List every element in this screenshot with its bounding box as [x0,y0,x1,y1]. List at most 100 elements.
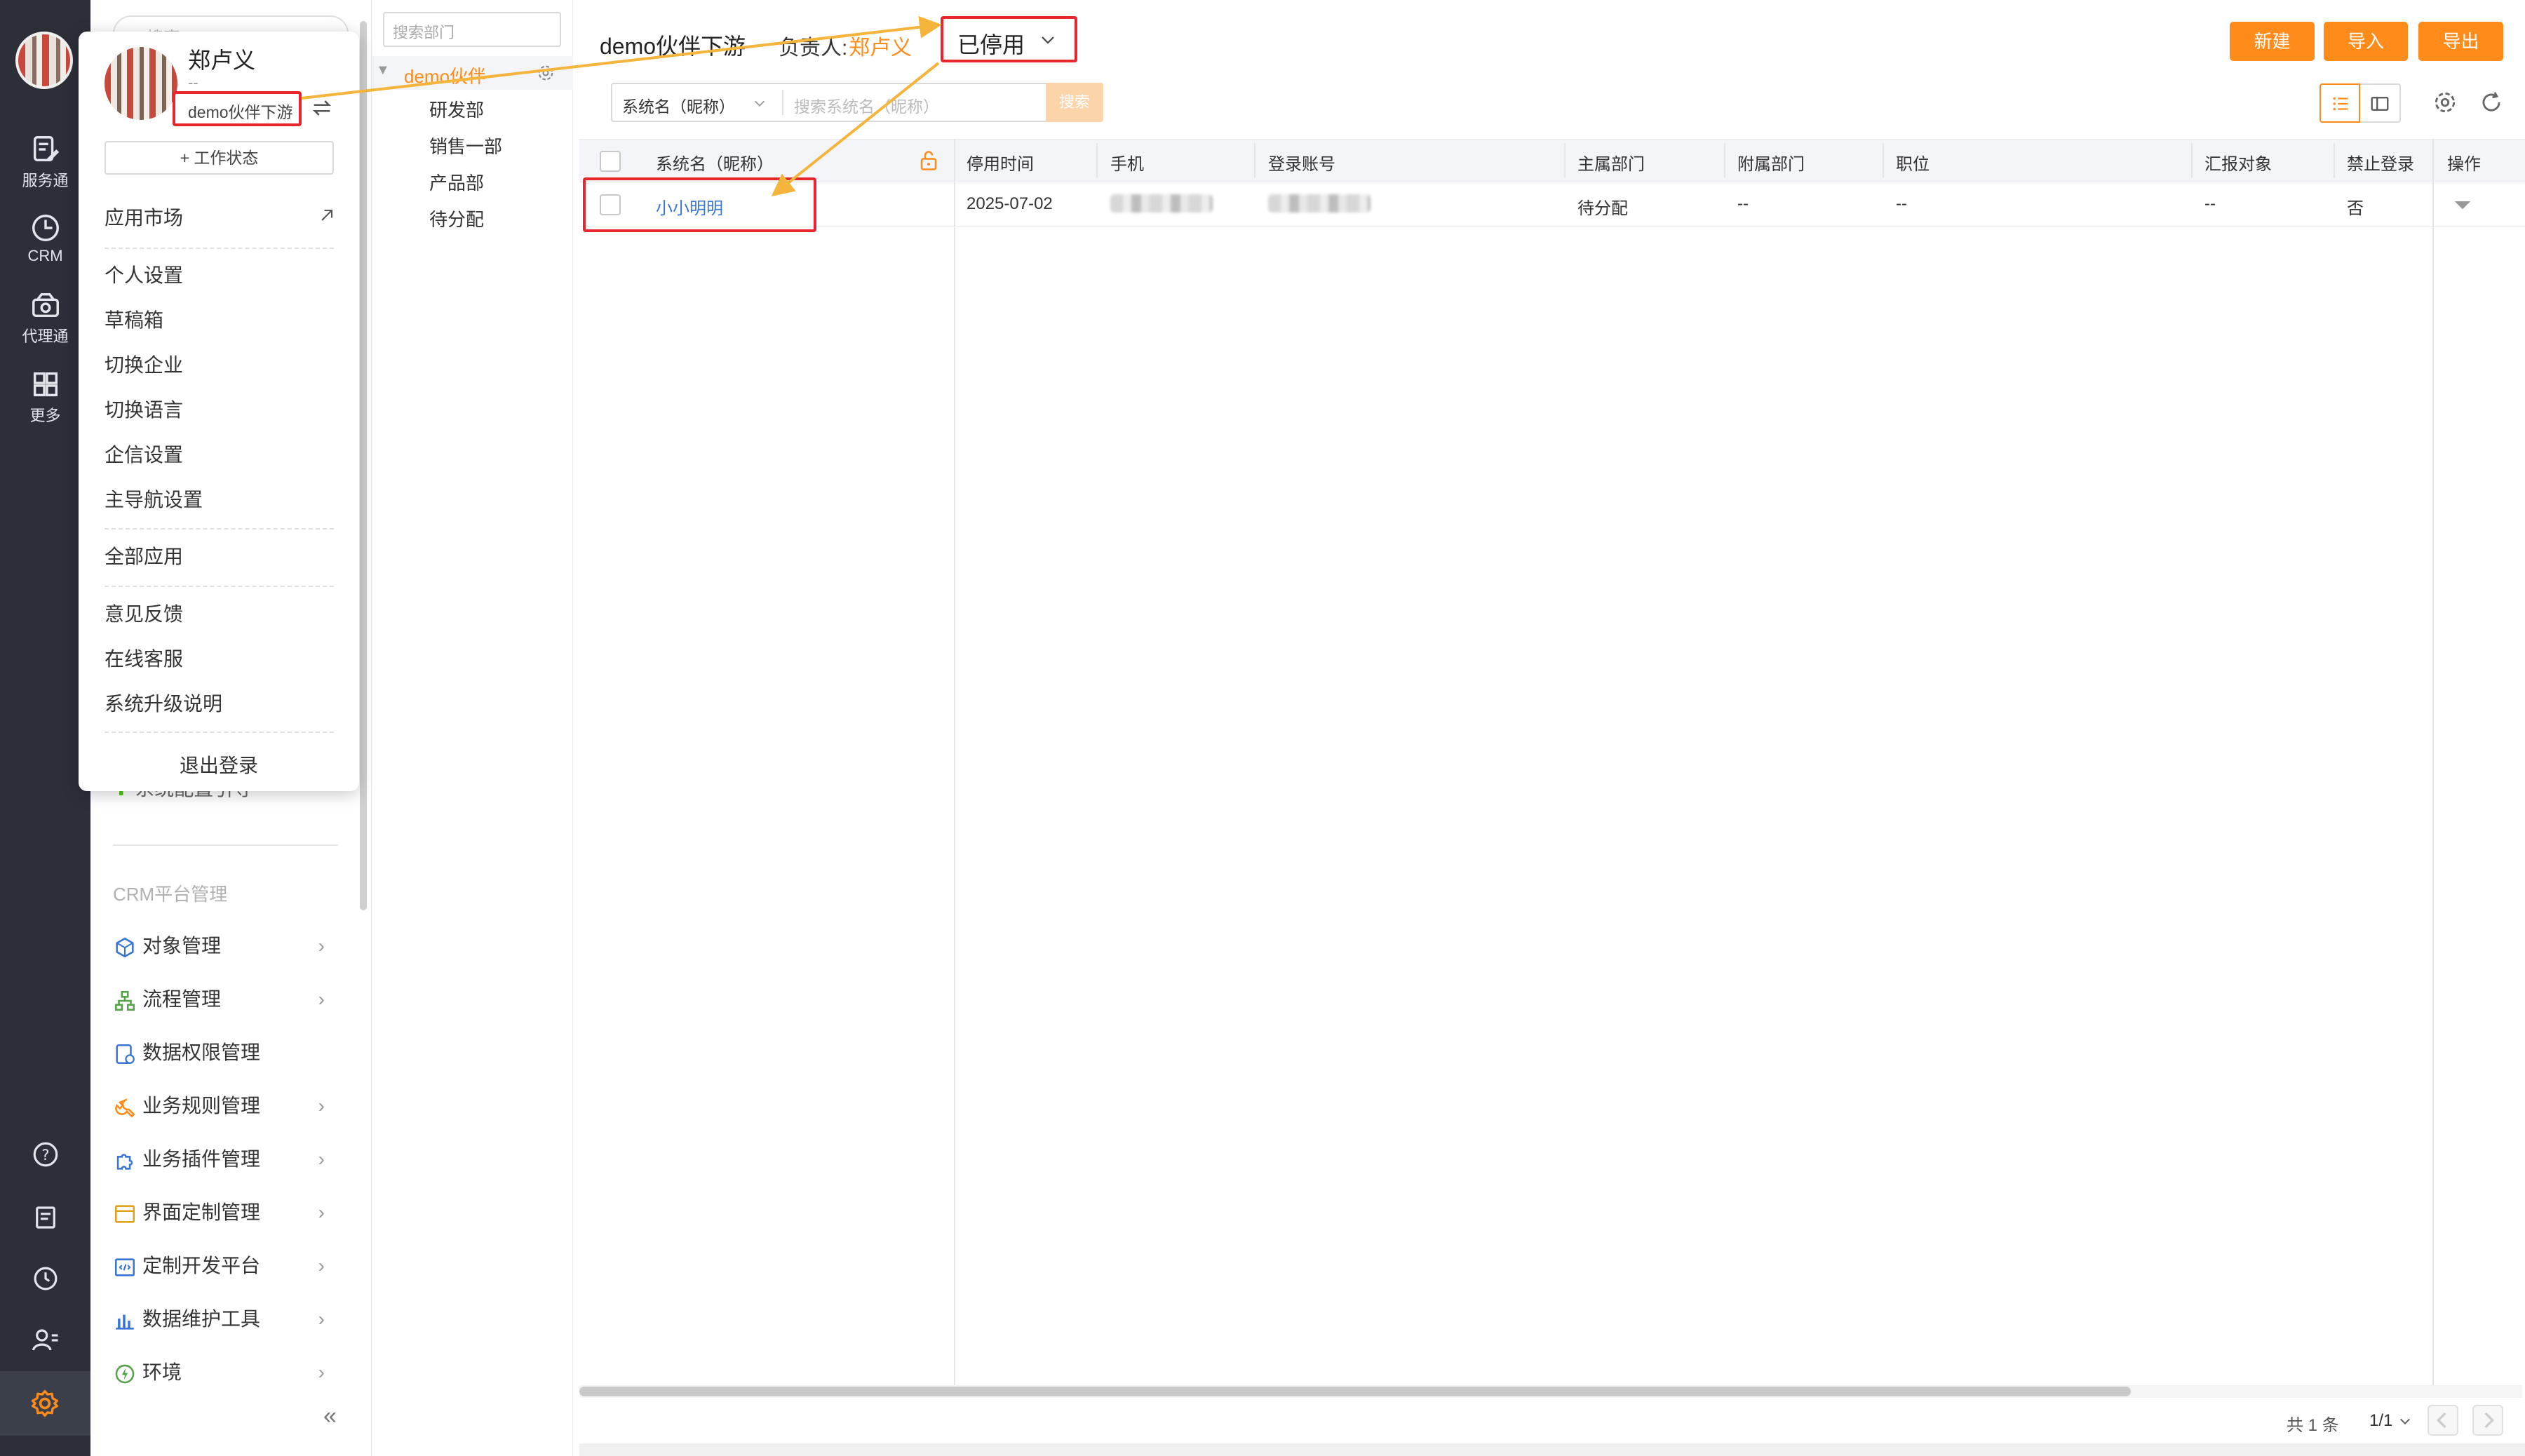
table-settings-icon[interactable] [2432,89,2458,116]
user-avatar[interactable] [15,32,73,89]
sidebar-item-label: 界面定制管理 [142,1201,261,1223]
rail-item-crm[interactable]: CRM [0,212,90,265]
column-header[interactable]: 登录账号 [1268,150,1335,175]
next-page-button[interactable] [2472,1405,2503,1436]
rail-item-service[interactable]: 服务通 [0,133,90,191]
menu-item-main-nav-settings[interactable]: 主导航设置 [105,485,203,513]
filter-divider [782,90,783,115]
sidebar-collapse-button[interactable]: « [323,1403,337,1430]
column-divider [1883,143,1884,178]
sidebar-item-2[interactable]: 流程管理 › [113,985,365,1013]
column-header[interactable]: 汇报对象 [2204,150,2272,175]
rail-settings[interactable] [0,1371,90,1436]
column-header[interactable]: 系统名（昵称） [656,150,774,175]
rail-contacts[interactable] [0,1326,90,1358]
dept-root-row[interactable]: ▼ demo伙伴 [372,56,573,90]
export-button[interactable]: 导出 [2418,22,2503,61]
import-button[interactable]: 导入 [2324,22,2408,61]
sidebar-item-9[interactable]: 环境 › [113,1359,365,1387]
contacts-icon [32,1329,58,1351]
data-permission-icon [113,1042,137,1066]
new-button[interactable]: 新建 [2230,22,2315,61]
menu-item-release-notes[interactable]: 系统升级说明 [105,689,222,717]
menu-item-feedback[interactable]: 意见反馈 [105,599,183,627]
rail-help[interactable]: ? [0,1140,90,1172]
popup-avatar[interactable] [105,47,177,120]
switch-org-icon[interactable] [310,96,334,120]
code-icon [113,1255,137,1279]
column-header[interactable]: 操作 [2447,150,2481,175]
rail-item-agent[interactable]: 代理通 [0,289,90,346]
sidebar-item-6[interactable]: 界面定制管理 › [113,1199,365,1227]
rail-label-more: 更多 [29,407,61,424]
dept-item[interactable]: 待分配 [429,205,484,231]
column-header[interactable]: 主属部门 [1577,150,1645,175]
sidebar-item-7[interactable]: 定制开发平台 › [113,1252,365,1280]
filter-search-input[interactable]: 搜索系统名（昵称） [794,93,939,117]
dept-item[interactable]: 销售一部 [429,133,502,159]
menu-item-all-apps[interactable]: 全部应用 [105,541,183,569]
column-header[interactable]: 附属部门 [1737,150,1805,175]
agent-icon [32,292,59,318]
rail-label-crm: CRM [27,247,63,264]
menu-separator [105,732,334,733]
dept-item[interactable]: 研发部 [429,96,484,122]
column-header[interactable]: 职位 [1896,150,1930,175]
search-button[interactable]: 搜索 [1046,83,1103,122]
cell-main-dept: 待分配 [1577,199,1628,218]
dept-root-label: demo伙伴 [404,66,487,87]
sidebar-item-1[interactable]: 对象管理 › [113,932,365,960]
rail-notes[interactable] [0,1203,90,1235]
sidebar-item-label: 数据权限管理 [142,1042,261,1063]
user-menu-popup: 郑卢义 -- demo伙伴下游 + 工作状态 应用市场 个人设置 草稿箱 切换企… [79,32,359,791]
sidebar-item-label: 环境 [142,1361,182,1383]
work-status-button[interactable]: + 工作状态 [105,141,334,175]
refresh-icon[interactable] [2478,89,2505,116]
sidebar-item-8[interactable]: 数据维护工具 › [113,1305,365,1333]
menu-item-switch-language[interactable]: 切换语言 [105,395,183,423]
split-view-toggle[interactable] [2360,83,2401,123]
object-icon [113,936,137,959]
menu-item-im-settings[interactable]: 企信设置 [105,440,183,468]
owner-label: 负责人: [779,36,848,60]
menu-item-app-market[interactable]: 应用市场 [105,203,183,231]
clock-chart-icon [32,215,59,241]
lock-icon[interactable] [918,149,939,173]
logout-button[interactable]: 退出登录 [79,750,359,778]
column-header[interactable]: 禁止登录 [2347,150,2414,175]
filter-field-select[interactable]: 系统名（昵称） [622,93,735,117]
popup-user-name: 郑卢义 [188,48,256,73]
list-view-toggle[interactable] [2319,83,2360,123]
sidebar-item-5[interactable]: 业务插件管理 › [113,1145,365,1173]
rail-item-more[interactable]: 更多 [0,368,90,426]
dept-search-input[interactable]: 搜索部门 [383,12,561,47]
menu-item-switch-company[interactable]: 切换企业 [105,350,183,378]
owner-name-link[interactable]: 郑卢义 [849,30,912,61]
menu-item-drafts[interactable]: 草稿箱 [105,305,163,333]
menu-item-online-support[interactable]: 在线客服 [105,644,183,672]
sidebar-scrollbar[interactable] [360,21,367,910]
chevron-right-icon: › [318,935,325,957]
column-header[interactable]: 手机 [1110,150,1144,175]
menu-separator [105,586,334,587]
row-actions-dropdown-icon[interactable] [2452,198,2473,212]
table-row[interactable] [579,182,2525,227]
caret-down-icon[interactable]: ▼ [376,62,390,79]
sidebar-item-4[interactable]: 业务规则管理 › [113,1092,365,1120]
select-all-checkbox[interactable] [600,151,621,172]
pagination-page-select[interactable]: 1/1 [2369,1411,2413,1431]
external-link-icon[interactable] [317,205,337,225]
prev-page-button[interactable] [2428,1405,2458,1436]
cell-phone-redacted [1110,194,1213,213]
column-header[interactable]: 停用时间 [967,150,1034,175]
chevron-right-icon [2484,1412,2495,1429]
rail-history[interactable] [0,1264,90,1296]
menu-item-personal-settings[interactable]: 个人设置 [105,260,183,288]
sidebar-item-3[interactable]: 数据权限管理 [113,1039,365,1067]
dept-settings-icon[interactable] [536,63,556,83]
horizontal-scrollbar-thumb[interactable] [579,1387,2131,1396]
sidebar-divider [113,844,338,846]
help-circle-icon: ? [33,1142,58,1167]
dept-item[interactable]: 产品部 [429,169,484,195]
history-icon [34,1267,57,1290]
